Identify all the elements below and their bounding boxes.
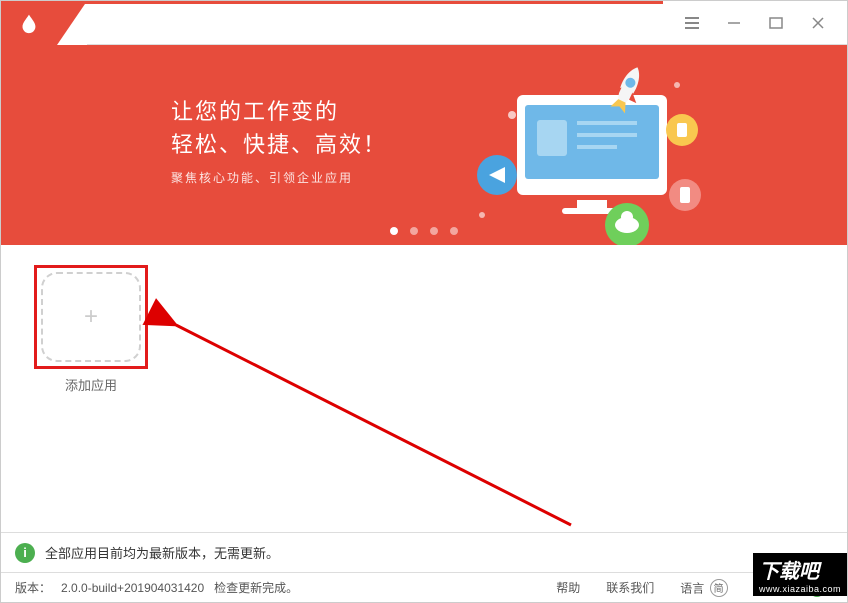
banner-title-line2: 轻松、快捷、高效！ [171,128,387,161]
status-message: 全部应用目前均为最新版本，无需更新。 [45,543,279,562]
add-app-highlight-box: + [34,265,148,369]
version-label: 版本： [15,579,51,596]
window-controls [663,1,847,45]
hamburger-icon [684,16,700,30]
carousel-dots [390,227,458,235]
banner-illustration [467,65,707,245]
app-window: 让您的工作变的 轻松、快捷、高效！ 聚焦核心功能、引领企业应用 [0,0,848,603]
content-area: + 添加应用 [1,245,847,532]
banner-title-line1: 让您的工作变的 [171,95,387,128]
watermark-url: www.xiazaiba.com [759,584,841,594]
droplet-icon [18,12,40,34]
contact-link[interactable]: 联系我们 [606,579,654,596]
close-button[interactable] [809,14,827,32]
watermark-title: 下载吧 [759,555,841,584]
hero-banner: 让您的工作变的 轻松、快捷、高效！ 聚焦核心功能、引领企业应用 [1,45,847,245]
close-icon [811,16,825,30]
carousel-dot-1[interactable] [390,227,398,235]
tab-slant-decoration [57,1,87,45]
language-badge: 简 [710,579,728,597]
watermark: 下载吧 www.xiazaiba.com [753,553,847,596]
carousel-dot-3[interactable] [430,227,438,235]
minimize-button[interactable] [725,14,743,32]
banner-text: 让您的工作变的 轻松、快捷、高效！ 聚焦核心功能、引领企业应用 [171,95,387,186]
update-status: 检查更新完成。 [214,579,298,596]
version-value: 2.0.0-build+201904031420 [61,581,204,595]
help-link[interactable]: 帮助 [556,579,580,596]
footer-bar: 版本： 2.0.0-build+201904031420 检查更新完成。 帮助 … [1,572,847,602]
tab-strip [87,1,663,45]
maximize-button[interactable] [767,14,785,32]
minimize-icon [727,16,741,30]
menu-button[interactable] [683,14,701,32]
carousel-dot-2[interactable] [410,227,418,235]
titlebar [1,1,847,45]
monitor-rocket-icon [467,65,707,245]
add-app-label: 添加应用 [31,375,151,394]
app-logo-tab[interactable] [1,1,57,45]
language-link[interactable]: 语言 简 [680,579,727,597]
banner-subtitle: 聚焦核心功能、引领企业应用 [171,169,387,186]
plus-icon: + [84,303,98,331]
add-app-tile: + 添加应用 [31,265,151,394]
status-ok-icon: i [15,543,35,563]
add-app-button[interactable]: + [41,272,141,362]
status-bar: i 全部应用目前均为最新版本，无需更新。 [1,532,847,572]
carousel-dot-4[interactable] [450,227,458,235]
maximize-icon [769,16,783,30]
annotation-arrow [141,295,601,555]
language-label: 语言 [680,581,704,595]
